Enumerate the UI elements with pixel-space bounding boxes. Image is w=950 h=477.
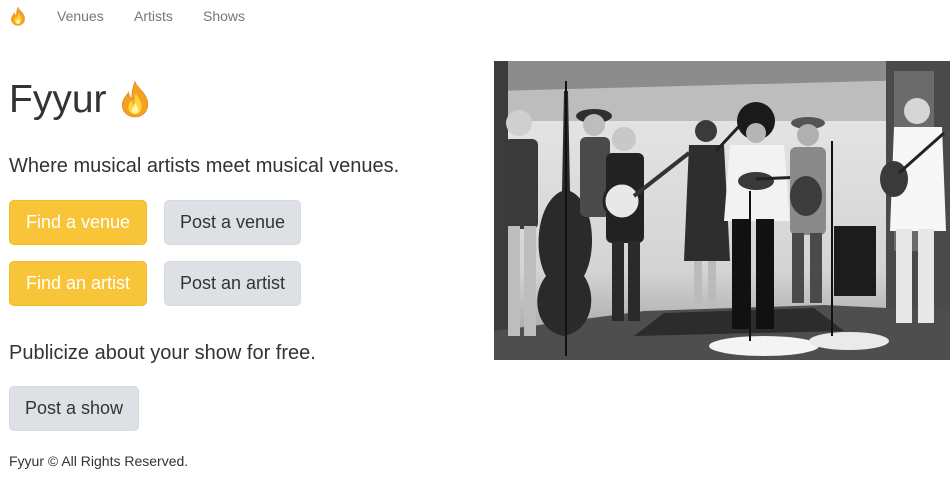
page-title-text: Fyyur [9,78,107,121]
page-title: Fyyur [9,78,153,122]
nav-link-shows[interactable]: Shows [203,8,245,24]
tagline: Where musical artists meet musical venue… [9,155,400,177]
post-artist-button[interactable]: Post an artist [164,261,301,306]
band-photo [494,61,950,360]
post-venue-button[interactable]: Post a venue [164,200,301,245]
find-artist-button[interactable]: Find an artist [9,261,147,306]
flame-icon[interactable] [8,6,28,26]
publicize-text: Publicize about your show for free. [9,342,316,364]
post-show-button[interactable]: Post a show [9,386,139,431]
flame-icon [117,80,153,118]
footer-text: Fyyur © All Rights Reserved. [9,453,189,469]
navbar: Venues Artists Shows [0,0,950,32]
nav-link-artists[interactable]: Artists [134,8,173,24]
find-venue-button[interactable]: Find a venue [9,200,147,245]
nav-link-venues[interactable]: Venues [57,8,104,24]
